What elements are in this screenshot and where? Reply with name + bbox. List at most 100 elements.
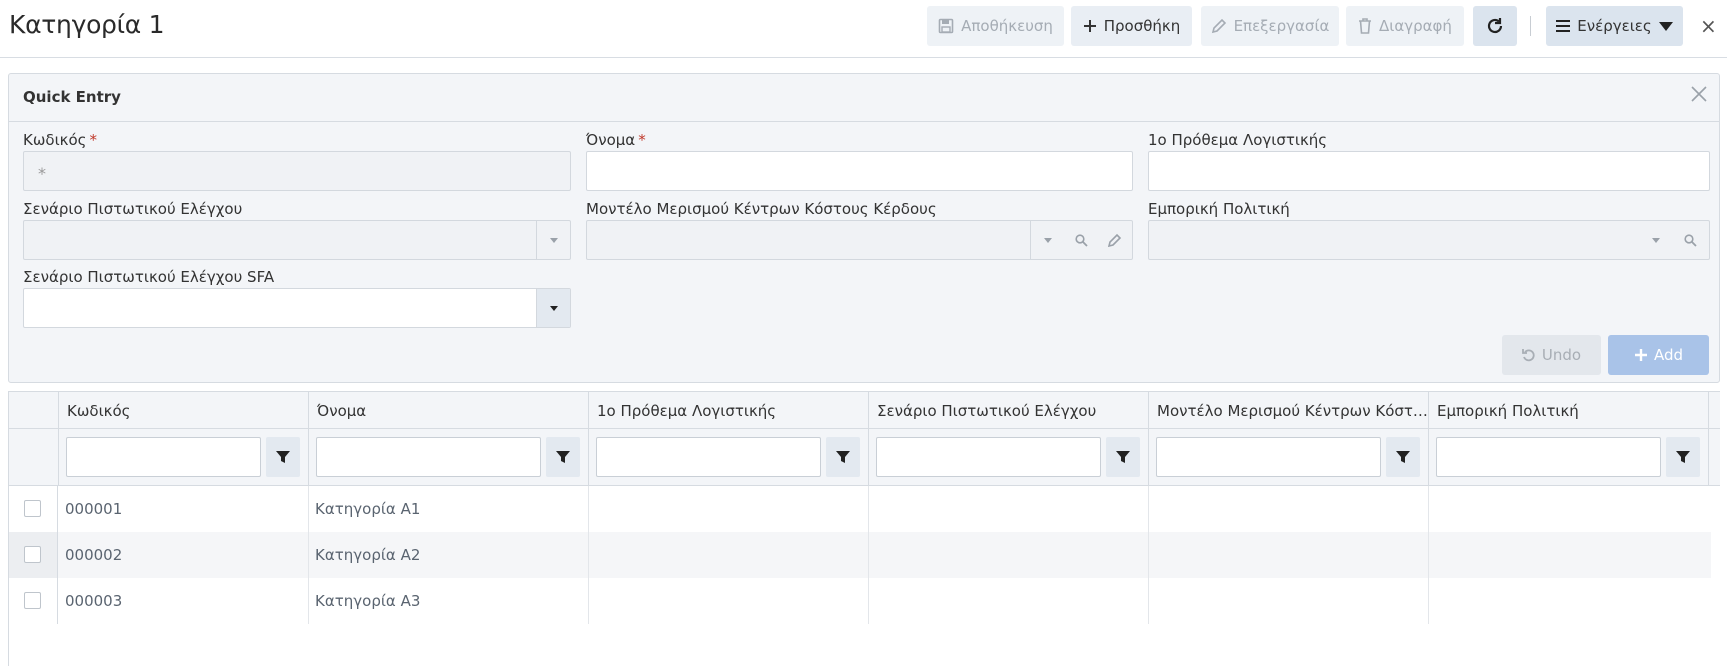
edit-button[interactable]: Επεξεργασία: [1201, 6, 1339, 46]
cell-code: 000003: [59, 578, 309, 624]
undo-label: Undo: [1541, 346, 1582, 364]
chevron-down-icon[interactable]: [1639, 221, 1673, 259]
filter-cell-code: [59, 429, 309, 485]
data-grid: Κωδικός Όνομα 1ο Πρόθεμα Λογιστικής Σενά…: [8, 391, 1727, 666]
table-row[interactable]: 000002 Κατηγορία Α2: [9, 532, 1711, 578]
cell-commercial-policy: [1429, 532, 1711, 578]
quick-entry-title: Quick Entry: [23, 88, 121, 106]
grid-header: Κωδικός Όνομα 1ο Πρόθεμα Λογιστικής Σενά…: [9, 391, 1720, 429]
filter-icon[interactable]: [1666, 437, 1700, 477]
filter-input[interactable]: [316, 437, 541, 477]
cell-prefix: [589, 532, 869, 578]
search-icon[interactable]: [1673, 221, 1707, 259]
row-select-cell: [9, 532, 58, 578]
cell-credit-scenario: [869, 578, 1149, 624]
credit-scenario-select[interactable]: [23, 220, 571, 260]
row-select-cell: [9, 578, 58, 624]
code-field[interactable]: *: [23, 151, 571, 191]
prefix-field[interactable]: [1148, 151, 1710, 191]
caret-down-icon: [1658, 21, 1673, 31]
quick-add-label: Add: [1653, 346, 1684, 364]
filter-cell-cost-model: [1149, 429, 1429, 485]
chevron-down-icon[interactable]: [536, 289, 570, 327]
undo-icon: [1522, 349, 1535, 362]
table-row[interactable]: 000003 Κατηγορία Α3: [9, 578, 1711, 624]
filter-cell-commercial-policy: [1429, 429, 1709, 485]
cell-commercial-policy: [1429, 486, 1711, 532]
column-header-credit-scenario[interactable]: Σενάριο Πιστωτικού Ελέγχου: [869, 392, 1149, 429]
actions-menu-button[interactable]: Ενέργειες: [1546, 6, 1683, 46]
table-row[interactable]: 000001 Κατηγορία Α1: [9, 486, 1711, 532]
filter-icon[interactable]: [1386, 437, 1420, 477]
pencil-icon: [1211, 18, 1226, 34]
toolbar-divider: [1530, 16, 1531, 36]
column-header-commercial-policy[interactable]: Εμπορική Πολιτική: [1429, 392, 1709, 429]
plus-icon: [1634, 349, 1647, 361]
filter-icon[interactable]: [546, 437, 580, 477]
close-icon[interactable]: ×: [1700, 14, 1717, 38]
delete-button[interactable]: Διαγραφή: [1346, 6, 1464, 46]
cell-commercial-policy: [1429, 578, 1711, 624]
filter-input[interactable]: [66, 437, 261, 477]
credit-scenario-sfa-select[interactable]: [23, 288, 571, 328]
chevron-down-icon[interactable]: [1030, 221, 1064, 259]
menu-icon: [1556, 20, 1571, 32]
undo-button[interactable]: Undo: [1502, 335, 1601, 375]
cell-code: 000001: [59, 486, 309, 532]
add-button-label: Προσθήκη: [1103, 17, 1181, 35]
page-title: Κατηγορία 1: [9, 10, 165, 39]
commercial-policy-label: Εμπορική Πολιτική: [1148, 200, 1290, 218]
cell-prefix: [589, 578, 869, 624]
cell-name: Κατηγορία Α2: [309, 532, 589, 578]
cost-model-select[interactable]: [586, 220, 1133, 260]
save-button-label: Αποθήκευση: [961, 17, 1053, 35]
name-field[interactable]: [586, 151, 1133, 191]
cell-credit-scenario: [869, 486, 1149, 532]
filter-spacer: [9, 429, 59, 485]
row-checkbox[interactable]: [24, 592, 41, 609]
column-header-cost-model[interactable]: Μοντέλο Μερισμού Κέντρων Κόστο...: [1149, 392, 1429, 429]
filter-cell-name: [309, 429, 589, 485]
column-header-prefix[interactable]: 1ο Πρόθεμα Λογιστικής: [589, 392, 869, 429]
filter-icon[interactable]: [826, 437, 860, 477]
add-button[interactable]: Προσθήκη: [1071, 6, 1192, 46]
page-header: Κατηγορία 1 Αποθήκευση Προσθήκη Επεξεργα…: [0, 0, 1727, 58]
cell-cost-model: [1149, 486, 1429, 532]
commercial-policy-select[interactable]: [1148, 220, 1710, 260]
filter-icon[interactable]: [266, 437, 300, 477]
name-label: Όνομα *: [586, 131, 646, 149]
trash-icon: [1359, 18, 1372, 34]
pencil-icon[interactable]: [1098, 221, 1132, 259]
grid-filter-row: [9, 429, 1720, 486]
filter-input[interactable]: [1156, 437, 1381, 477]
refresh-button[interactable]: [1473, 6, 1517, 46]
row-checkbox[interactable]: [24, 546, 41, 563]
close-icon[interactable]: [1689, 84, 1709, 108]
filter-input[interactable]: [1436, 437, 1661, 477]
quick-entry-header: Quick Entry: [9, 74, 1719, 122]
save-button[interactable]: Αποθήκευση: [927, 6, 1064, 46]
credit-scenario-label: Σενάριο Πιστωτικού Ελέγχου: [23, 200, 243, 218]
save-icon: [938, 18, 954, 34]
plus-icon: [1083, 20, 1096, 32]
column-header-code[interactable]: Κωδικός: [59, 392, 309, 429]
cost-model-label: Μοντέλο Μερισμού Κέντρων Κόστους Κέρδους: [586, 200, 937, 218]
chevron-down-icon[interactable]: [536, 221, 570, 259]
search-icon[interactable]: [1064, 221, 1098, 259]
column-header-name[interactable]: Όνομα: [309, 392, 589, 429]
filter-input[interactable]: [876, 437, 1101, 477]
required-marker: *: [89, 131, 97, 149]
quick-add-button[interactable]: Add: [1608, 335, 1709, 375]
filter-cell-prefix: [589, 429, 869, 485]
cell-cost-model: [1149, 578, 1429, 624]
row-checkbox[interactable]: [24, 500, 41, 517]
cell-code: 000002: [59, 532, 309, 578]
delete-button-label: Διαγραφή: [1379, 17, 1452, 35]
filter-icon[interactable]: [1106, 437, 1140, 477]
cell-name: Κατηγορία Α1: [309, 486, 589, 532]
refresh-icon: [1487, 18, 1503, 34]
filter-input[interactable]: [596, 437, 821, 477]
prefix-label: 1ο Πρόθεμα Λογιστικής: [1148, 131, 1328, 149]
filter-cell-credit-scenario: [869, 429, 1149, 485]
code-label: Κωδικός *: [23, 131, 97, 149]
